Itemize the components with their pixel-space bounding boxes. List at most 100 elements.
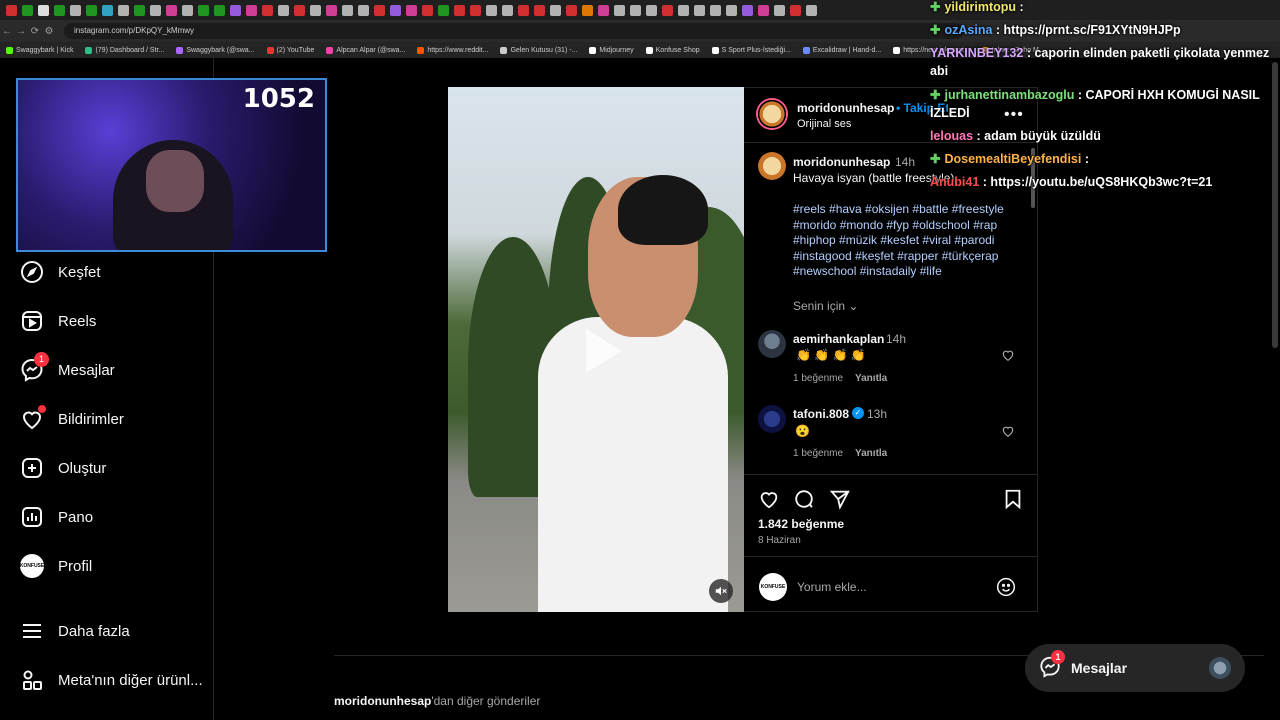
browser-tab-favicon[interactable]	[230, 4, 241, 16]
author-username[interactable]: moridonunhesap	[797, 101, 894, 115]
browser-tab-favicon[interactable]	[86, 4, 97, 16]
browser-tab-favicon[interactable]	[758, 4, 769, 16]
browser-tab-favicon[interactable]	[342, 4, 353, 16]
comment-input[interactable]: Yorum ekle...	[797, 580, 867, 594]
commenter-avatar[interactable]	[758, 330, 786, 358]
bookmark-item[interactable]: S Sport Plus-İstediği...	[711, 46, 791, 54]
browser-tab-favicon[interactable]	[646, 4, 657, 16]
bookmark-item[interactable]: Excalidraw | Hand-d...	[802, 46, 881, 54]
browser-tab-favicon[interactable]	[22, 4, 33, 16]
browser-tab-favicon[interactable]	[406, 4, 417, 16]
sidebar-item-more[interactable]: Daha fazla	[20, 619, 130, 643]
sidebar-item-meta[interactable]: Meta'nın diğer ürünl...	[20, 668, 203, 692]
bookmark-item[interactable]: (79) Dashboard / Str...	[85, 46, 164, 54]
more-posts-user[interactable]: moridonunhesap	[334, 694, 431, 708]
browser-tab-favicon[interactable]	[534, 4, 545, 16]
post-video[interactable]	[448, 87, 744, 612]
browser-tab-favicon[interactable]	[694, 4, 705, 16]
browser-tab-favicon[interactable]	[806, 4, 817, 16]
browser-tab-favicon[interactable]	[502, 4, 513, 16]
sidebar-item-explore[interactable]: Keşfet	[20, 260, 101, 284]
browser-tab-favicon[interactable]	[790, 4, 801, 16]
browser-tab-favicon[interactable]	[582, 4, 593, 16]
browser-tab-favicon[interactable]	[38, 4, 49, 16]
sidebar-item-profile[interactable]: KONFUSE Profil	[20, 554, 92, 578]
browser-tab-favicon[interactable]	[566, 4, 577, 16]
bookmark-item[interactable]: https://www.reddit...	[417, 46, 488, 54]
emoji-icon[interactable]	[996, 577, 1016, 597]
browser-tab-favicon[interactable]	[278, 4, 289, 16]
browser-tab-favicon[interactable]	[198, 4, 209, 16]
browser-tab-favicon[interactable]	[438, 4, 449, 16]
like-heart-icon[interactable]	[758, 488, 780, 510]
browser-tab-favicon[interactable]	[742, 4, 753, 16]
commenter-avatar[interactable]	[758, 405, 786, 433]
bookmark-item[interactable]: Swaggybark | Kick	[6, 46, 73, 54]
caption-hashtags[interactable]: #reels #hava #oksijen #battle #freestyle…	[793, 202, 1023, 280]
bookmark-item[interactable]: Konfuse Shop	[645, 46, 700, 54]
browser-tab-favicon[interactable]	[118, 4, 129, 16]
comment-username[interactable]: tafoni.808	[793, 407, 849, 421]
reply-button[interactable]: Yanıtla	[855, 373, 887, 384]
browser-tab-favicon[interactable]	[214, 4, 225, 16]
sidebar-item-create[interactable]: Oluştur	[20, 456, 106, 480]
browser-tab-favicon[interactable]	[358, 4, 369, 16]
browser-tab-favicon[interactable]	[326, 4, 337, 16]
browser-tab-favicon[interactable]	[662, 4, 673, 16]
browser-tab-favicon[interactable]	[454, 4, 465, 16]
browser-tab-favicon[interactable]	[54, 4, 65, 16]
bookmark-item[interactable]: Swaggybark (@swa...	[176, 46, 255, 54]
browser-tab-favicon[interactable]	[710, 4, 721, 16]
browser-tab-favicon[interactable]	[374, 4, 385, 16]
browser-tab-favicon[interactable]	[486, 4, 497, 16]
back-icon[interactable]: ←	[0, 26, 14, 37]
browser-tab-favicon[interactable]	[422, 4, 433, 16]
browser-tab-favicon[interactable]	[518, 4, 529, 16]
likes-count[interactable]: 1.842 beğenme	[758, 517, 844, 531]
play-icon[interactable]	[572, 323, 628, 379]
url-input[interactable]: instagram.com/p/DKpQY_kMmwy	[64, 23, 964, 39]
browser-tab-favicon[interactable]	[150, 4, 161, 16]
bookmark-item[interactable]: (2) YouTube	[266, 46, 314, 54]
browser-tab-favicon[interactable]	[310, 4, 321, 16]
bookmark-item[interactable]: Alpcan Alpar (@swa...	[326, 46, 405, 54]
browser-tab-favicon[interactable]	[550, 4, 561, 16]
browser-tab-favicon[interactable]	[614, 4, 625, 16]
floating-messages-button[interactable]: 1 Mesajlar	[1025, 644, 1245, 692]
browser-tab-favicon[interactable]	[726, 4, 737, 16]
audio-label[interactable]: Orijinal ses	[797, 118, 851, 130]
site-info-icon[interactable]: ⚙	[42, 26, 56, 37]
author-avatar[interactable]	[756, 98, 788, 130]
browser-tab-favicon[interactable]	[774, 4, 785, 16]
bookmark-item[interactable]: Midjourney	[589, 46, 634, 54]
browser-tab-favicon[interactable]	[262, 4, 273, 16]
sidebar-item-notifications[interactable]: Bildirimler	[20, 405, 124, 431]
comment-like-heart-icon[interactable]	[1001, 348, 1015, 362]
browser-tab-favicon[interactable]	[134, 4, 145, 16]
browser-tab-favicon[interactable]	[182, 4, 193, 16]
browser-tab-favicon[interactable]	[470, 4, 481, 16]
comment-likes[interactable]: 1 beğenme	[793, 373, 843, 384]
browser-tab-favicon[interactable]	[598, 4, 609, 16]
browser-tab-favicon[interactable]	[294, 4, 305, 16]
browser-tab-favicon[interactable]	[390, 4, 401, 16]
browser-tab-favicon[interactable]	[630, 4, 641, 16]
for-you-dropdown[interactable]: Senin için ⌄	[793, 299, 858, 313]
comment-icon[interactable]	[793, 488, 815, 510]
browser-tab-favicon[interactable]	[678, 4, 689, 16]
bookmark-icon[interactable]	[1002, 488, 1024, 510]
reply-button[interactable]: Yanıtla	[855, 448, 887, 459]
sidebar-item-dashboard[interactable]: Pano	[20, 505, 93, 529]
reload-icon[interactable]: ⟳	[28, 26, 42, 37]
sidebar-item-messages[interactable]: 1 Mesajlar	[20, 352, 115, 382]
browser-tab-favicon[interactable]	[246, 4, 257, 16]
caption-avatar[interactable]	[758, 152, 786, 180]
comment-like-heart-icon[interactable]	[1001, 424, 1015, 438]
browser-tab-favicon[interactable]	[166, 4, 177, 16]
browser-tab-favicon[interactable]	[102, 4, 113, 16]
forward-icon[interactable]: →	[14, 26, 28, 37]
sidebar-item-reels[interactable]: Reels	[20, 309, 96, 333]
caption-username[interactable]: moridonunhesap	[793, 155, 890, 169]
mute-button[interactable]	[709, 579, 733, 603]
browser-tab-favicon[interactable]	[70, 4, 81, 16]
